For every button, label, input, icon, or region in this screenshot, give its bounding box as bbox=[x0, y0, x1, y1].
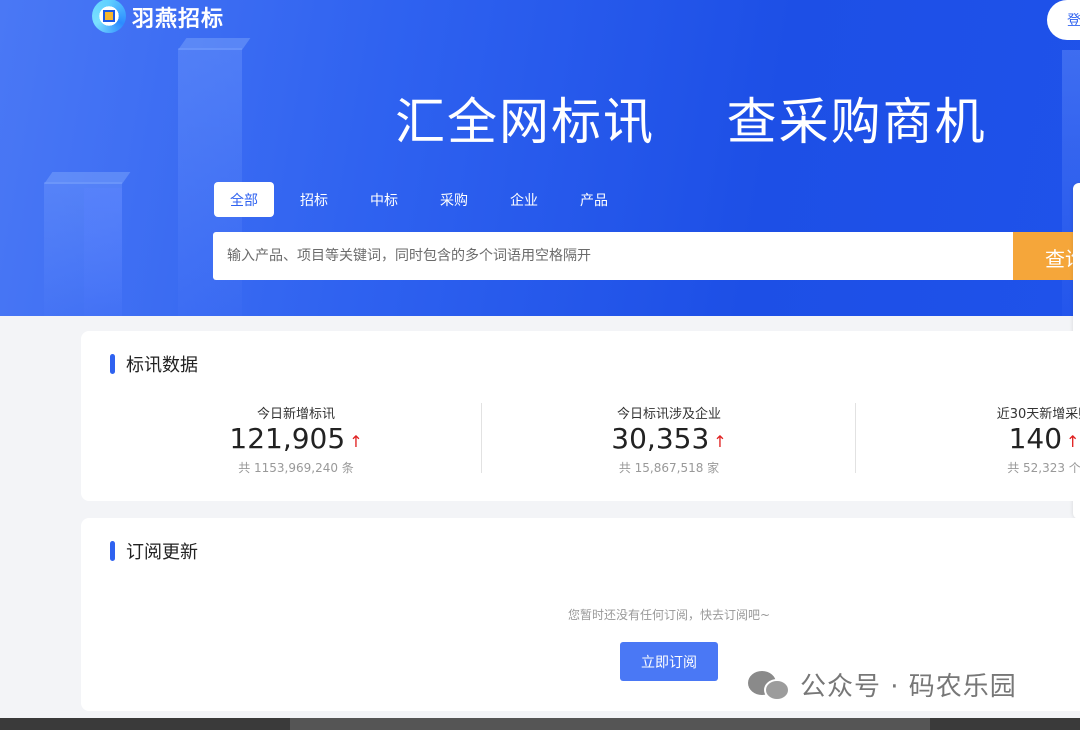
brand-name: 羽燕招标 bbox=[132, 7, 225, 32]
stat-total: 共 52,323 个 bbox=[1007, 461, 1080, 475]
logo-icon bbox=[92, 0, 126, 33]
tab-award[interactable]: 中标 bbox=[354, 182, 414, 217]
watermark: 公众号 · 码农乐园 bbox=[748, 666, 1017, 703]
stat-total: 共 1153,969,240 条 bbox=[238, 461, 354, 475]
stats-title-text: 标讯数据 bbox=[126, 355, 198, 376]
search-input[interactable] bbox=[213, 232, 1013, 280]
search-button[interactable]: 查询 bbox=[1013, 232, 1080, 280]
subscription-title-text: 订阅更新 bbox=[126, 542, 198, 563]
tab-product[interactable]: 产品 bbox=[564, 182, 624, 217]
stats-card: 标讯数据 今日新增标讯 121,905 ↑ 共 1153,969,240 条 今日… bbox=[81, 331, 1080, 501]
hero-banner: 羽燕招标 登录 汇全网标讯 查采购商机 全部 招标 中标 采购 企业 产品 查询 bbox=[0, 0, 1080, 316]
trend-up-icon: ↑ bbox=[1066, 432, 1080, 451]
stat-label: 今日标讯涉及企业 bbox=[616, 407, 721, 422]
stat-value: 30,353 ↑ bbox=[611, 422, 727, 455]
watermark-text: 公众号 · 码农乐园 bbox=[800, 672, 1017, 702]
stat-label: 今日新增标讯 bbox=[256, 407, 335, 422]
stat-label: 近30天新增采购 bbox=[996, 407, 1080, 422]
tab-procurement[interactable]: 采购 bbox=[424, 182, 484, 217]
stat-today-new: 今日新增标讯 121,905 ↑ 共 1153,969,240 条 bbox=[116, 403, 476, 476]
brand-logo[interactable]: 羽燕招标 bbox=[92, 0, 224, 34]
stat-total: 共 15,867,518 家 bbox=[618, 461, 720, 475]
divider bbox=[481, 403, 482, 473]
subscription-title: 订阅更新 bbox=[110, 538, 198, 564]
tab-all[interactable]: 全部 bbox=[214, 182, 274, 217]
search-tabs: 全部 招标 中标 采购 企业 产品 bbox=[214, 182, 634, 217]
tab-tender[interactable]: 招标 bbox=[284, 182, 344, 217]
divider bbox=[855, 403, 856, 473]
subscribe-button[interactable]: 立即订阅 bbox=[620, 642, 718, 681]
hero-slogan: 汇全网标讯 查采购商机 bbox=[395, 93, 987, 151]
tab-company[interactable]: 企业 bbox=[494, 182, 554, 217]
stats-title: 标讯数据 bbox=[110, 351, 198, 377]
login-button[interactable]: 登录 bbox=[1047, 0, 1080, 40]
stat-companies: 今日标讯涉及企业 30,353 ↑ 共 15,867,518 家 bbox=[489, 403, 849, 476]
stat-value: 121,905 ↑ bbox=[229, 422, 363, 455]
stat-value: 140 ↑ bbox=[1008, 422, 1080, 455]
taskbar bbox=[0, 718, 1080, 730]
subscription-empty-text: 您暂时还没有任何订阅，快去订阅吧~ bbox=[567, 608, 771, 622]
title-accent-bar bbox=[110, 541, 115, 561]
title-accent-bar bbox=[110, 354, 115, 374]
wechat-icon bbox=[748, 667, 790, 703]
search-bar: 查询 bbox=[213, 232, 1080, 280]
stat-30day: 近30天新增采购 140↑ 共 52,323 个 bbox=[864, 403, 1080, 476]
building-decoration bbox=[84, 188, 122, 316]
trend-up-icon: ↑ bbox=[349, 432, 363, 451]
trend-up-icon: ↑ bbox=[713, 432, 727, 451]
